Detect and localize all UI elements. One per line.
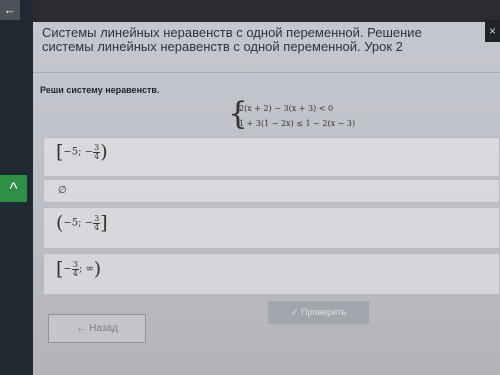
inequality-system: { 2(x + 2) − 3(x + 3) < 0 1 + 3(1 − 2x) … [228, 97, 388, 134]
close-button[interactable]: × [485, 20, 500, 42]
inequality-2: 1 + 3(1 − 2x) ≤ 1 − 2(x − 3) [239, 119, 356, 128]
check-icon: ✓ [290, 307, 299, 317]
answer-option-3-value: (−5; −3 4] [56, 212, 108, 234]
answer-option-2-value: ∅ [58, 185, 67, 196]
inequality-1: 2(x + 2) − 3(x + 3) < 0 [239, 104, 334, 113]
check-button[interactable]: ✓ Проверить [268, 301, 369, 324]
sidebar: ← ^ [0, 0, 33, 375]
back-button-label: Назад [89, 323, 118, 334]
answer-option-1-value: [−5; −3 4) [56, 141, 108, 163]
task-prompt: Реши систему неравенств. [40, 85, 160, 95]
menu-button[interactable]: ← [0, 0, 20, 20]
screen: ← ^ × Системы линейных неравенств с одно… [0, 0, 500, 375]
back-button[interactable]: ← Назад [48, 314, 146, 343]
answer-option-2[interactable]: ∅ [43, 179, 500, 203]
answer-option-4-value: [− 3 4; ∞) [56, 258, 102, 280]
arrow-left-icon: ← [76, 323, 87, 334]
lesson-title: Системы линейных неравенств с одной пере… [42, 25, 422, 54]
answer-option-3[interactable]: (−5; −3 4] [43, 207, 500, 249]
answer-option-4[interactable]: [− 3 4; ∞) [43, 253, 500, 295]
top-bar [0, 0, 500, 22]
collapse-button[interactable]: ^ [0, 175, 27, 202]
check-button-label: Проверить [301, 307, 347, 317]
divider [33, 72, 500, 73]
answer-option-1[interactable]: [−5; −3 4) [43, 137, 500, 177]
